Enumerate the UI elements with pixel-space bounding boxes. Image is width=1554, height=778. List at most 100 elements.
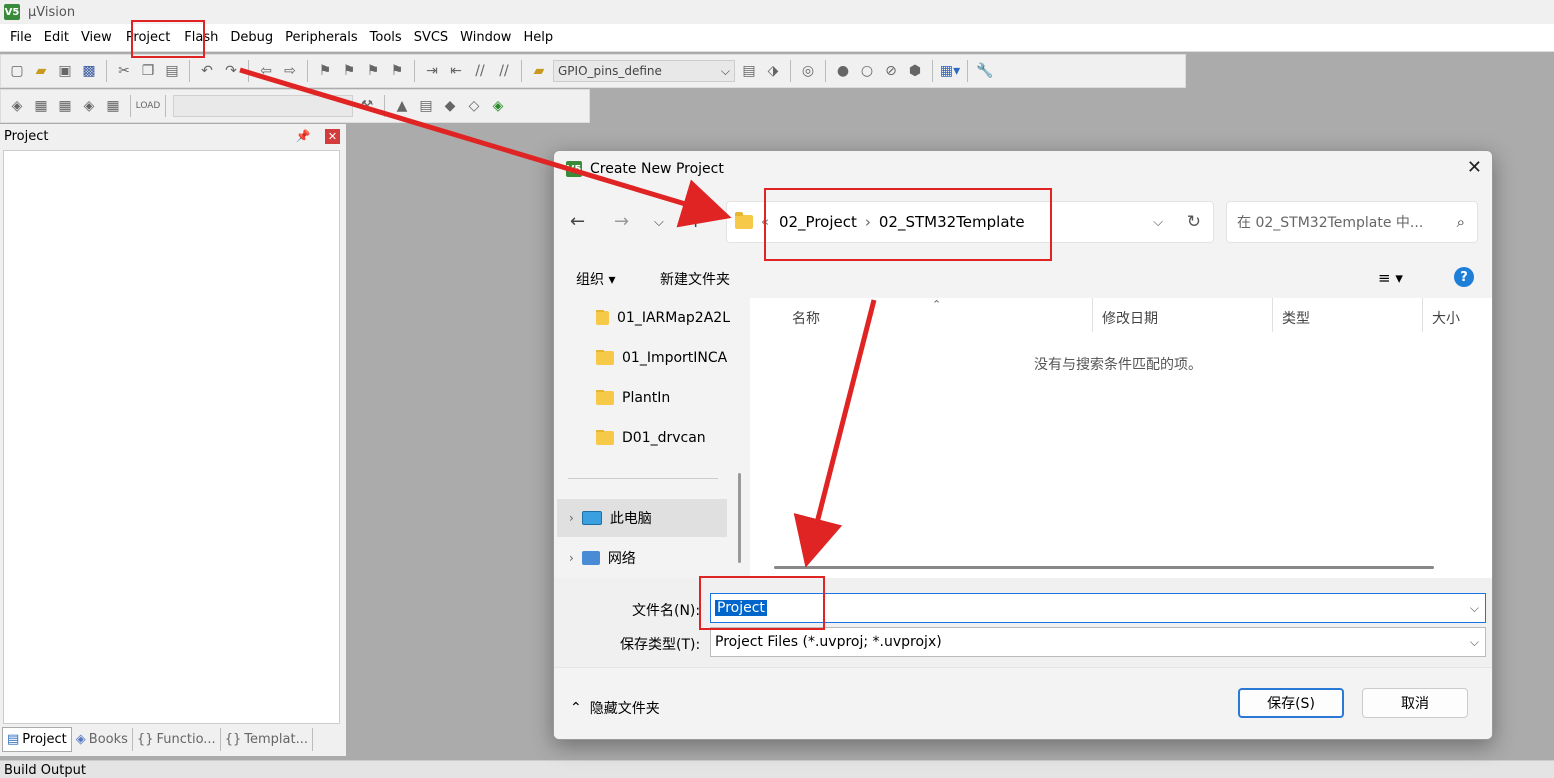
menu-tools[interactable]: Tools [364,26,408,49]
unindent-icon[interactable]: ⇤ [446,61,466,81]
forward-arrow-icon[interactable]: → [614,211,629,232]
menu-edit[interactable]: Edit [38,26,75,49]
tree-item[interactable]: 01_IARMap2A2L [596,310,730,326]
pack-installer-icon[interactable]: ◈ [488,96,508,116]
filename-field[interactable]: Project ⌵ [710,593,1486,623]
bookmark-next-icon[interactable]: ⚑ [363,61,383,81]
menu-debug[interactable]: Debug [224,26,279,49]
window-layout-icon[interactable]: ▦▾ [940,61,960,81]
menu-view[interactable]: View [75,26,118,49]
paste-icon[interactable]: ▤ [162,61,182,81]
recent-chevron-icon[interactable]: ⌵ [654,215,664,230]
menu-help[interactable]: Help [517,26,559,49]
nav-forward-icon[interactable]: ⇨ [280,61,300,81]
redo-icon[interactable]: ↷ [221,61,241,81]
breakpoint-kill-icon[interactable]: ⬢ [905,61,925,81]
back-arrow-icon[interactable]: ← [570,211,585,232]
project-panel: Project 📌 ✕ ▤ Project ◈ Books {} Functio...… [0,124,346,756]
tab-books[interactable]: ◈ Books [72,727,133,751]
manage-components-icon[interactable]: ▲ [392,96,412,116]
cancel-button[interactable]: 取消 [1362,688,1468,718]
menu-peripherals[interactable]: Peripherals [279,26,364,49]
close-icon[interactable]: ✕ [1467,157,1482,178]
column-divider[interactable] [1092,298,1093,332]
hide-folders-toggle[interactable]: ⌃ 隐藏文件夹 [570,698,660,718]
tree-item[interactable]: PlantIn [596,390,730,406]
batch-build-icon[interactable]: ◈ [79,96,99,116]
organize-button[interactable]: 组织 ▾ [576,269,615,289]
comment-icon[interactable]: // [470,61,490,81]
new-file-icon[interactable]: ▢ [7,61,27,81]
file-list[interactable]: ⌃ 名称 修改日期 类型 大小 没有与搜索条件匹配的项。 [750,298,1492,578]
nav-back-icon[interactable]: ⇦ [256,61,276,81]
undo-icon[interactable]: ↶ [197,61,217,81]
tab-functions[interactable]: {} Functio... [133,727,221,751]
open-file-icon[interactable]: ▰ [31,61,51,81]
tree-item[interactable]: 01_ImportINCA [596,350,730,366]
stop-build-icon[interactable]: ▦ [103,96,123,116]
chevron-down-icon[interactable]: ⌵ [1470,601,1479,616]
save-icon[interactable]: ▣ [55,61,75,81]
column-size[interactable]: 大小 [1432,308,1460,328]
column-divider[interactable] [1272,298,1273,332]
save-all-icon[interactable]: ▩ [79,61,99,81]
save-button[interactable]: 保存(S) [1238,688,1344,718]
search-icon[interactable]: ⌕ [1457,213,1465,231]
bookmark-prev-icon[interactable]: ⚑ [339,61,359,81]
cut-icon[interactable]: ✂ [114,61,134,81]
column-type[interactable]: 类型 [1282,308,1310,328]
close-icon[interactable]: ✕ [325,128,340,144]
column-divider[interactable] [1422,298,1423,332]
rebuild-icon[interactable]: ▦ [55,96,75,116]
refresh-icon[interactable]: ↻ [1187,212,1201,232]
indent-icon[interactable]: ⇥ [422,61,442,81]
up-arrow-icon[interactable]: ↑ [688,211,703,232]
expand-chevron-icon[interactable]: › [569,551,574,565]
tree-scrollbar[interactable] [738,298,741,578]
expand-chevron-icon[interactable]: › [569,511,574,525]
incremental-find-icon[interactable]: ⬗ [763,61,783,81]
debug-session-icon[interactable]: ◎ [798,61,818,81]
filename-label: 文件名(N): [632,603,701,619]
menu-file[interactable]: File [4,26,38,49]
column-name[interactable]: 名称 [792,308,820,328]
tree-node-this-pc[interactable]: › 此电脑 [557,499,727,537]
horizontal-scrollbar[interactable] [774,566,1434,569]
configure-icon[interactable]: 🔧 [975,61,995,81]
tree-node-network[interactable]: › 网络 [557,539,727,577]
breakpoint-icon[interactable]: ● [833,61,853,81]
new-folder-button[interactable]: 新建文件夹 [660,269,730,289]
project-tree[interactable] [3,150,340,724]
bookmark-icon[interactable]: ⚑ [315,61,335,81]
view-options-button[interactable]: ≡ ▾ [1378,269,1403,287]
run-time-env-icon[interactable]: ◆ [440,96,460,116]
translate-icon[interactable]: ◈ [7,96,27,116]
menu-svcs[interactable]: SVCS [408,26,454,49]
search-input[interactable]: 在 02_STM32Template 中... ⌕ [1226,201,1478,243]
bookmark-clear-icon[interactable]: ⚑ [387,61,407,81]
build-icon[interactable]: ▦ [31,96,51,116]
target-combo[interactable]: GPIO_pins_define ⌵ [553,60,735,82]
column-date-modified[interactable]: 修改日期 [1102,308,1158,328]
menu-window[interactable]: Window [454,26,517,49]
find-in-files-icon[interactable]: ▰ [529,61,549,81]
chevron-down-icon[interactable]: ⌵ [1153,215,1163,230]
uncomment-icon[interactable]: // [494,61,514,81]
target-options-icon[interactable]: ⚒ [357,96,377,116]
filetype-select[interactable]: Project Files (*.uvproj; *.uvprojx) ⌵ [710,627,1486,657]
tree-item[interactable]: D01_drvcan [596,430,730,446]
help-icon[interactable]: ? [1454,267,1474,287]
target-select[interactable] [173,95,353,117]
find-icon[interactable]: ▤ [739,61,759,81]
chevron-down-icon[interactable]: ⌵ [1470,635,1479,650]
pin-icon[interactable]: 📌 [296,129,311,143]
tab-templates[interactable]: {} Templat... [221,727,313,751]
tab-project[interactable]: ▤ Project [2,726,72,752]
file-extensions-icon[interactable]: ▤ [416,96,436,116]
select-packs-icon[interactable]: ◇ [464,96,484,116]
download-icon[interactable]: LOAD [136,96,161,116]
breakpoint-disable-icon[interactable]: ○ [857,61,877,81]
copy-icon[interactable]: ❐ [138,61,158,81]
breakpoint-disable-all-icon[interactable]: ⊘ [881,61,901,81]
scrollbar-thumb[interactable] [738,473,741,563]
